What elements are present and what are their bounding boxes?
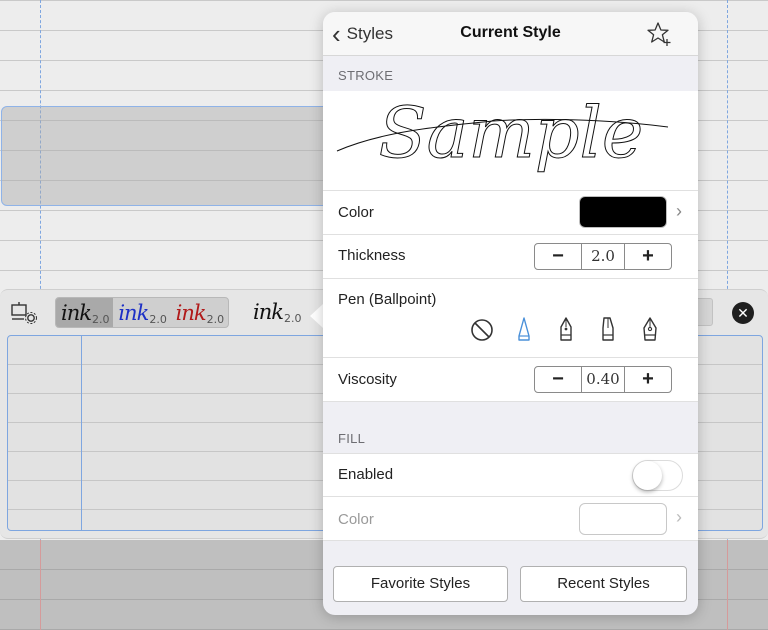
ballpoint-pen-icon[interactable]: [511, 316, 537, 344]
viscosity-row: Viscosity − 0.40 +: [323, 358, 698, 402]
thickness-stepper: − 2.0 +: [534, 243, 672, 270]
preset-word: ink: [175, 301, 207, 325]
fountain-pen-icon[interactable]: [553, 316, 579, 344]
preset-size: 2.0: [206, 313, 225, 326]
close-icon[interactable]: ✕: [732, 302, 754, 324]
viscosity-value: 0.40: [581, 367, 625, 392]
fill-color-label: Color: [338, 511, 374, 528]
toggle-knob: [633, 461, 662, 490]
fill-section-header: FILL: [338, 431, 366, 446]
ink-preset-red[interactable]: ink 2.0: [171, 298, 228, 327]
viscosity-label: Viscosity: [338, 371, 397, 388]
fill-color-row: Color ›: [323, 497, 698, 541]
fill-color-swatch: [579, 503, 667, 535]
add-favorite-star-icon[interactable]: [646, 21, 672, 47]
stroke-color-label: Color: [338, 204, 374, 221]
viscosity-increase-button[interactable]: +: [625, 367, 671, 392]
fill-enabled-toggle[interactable]: [632, 460, 683, 491]
preset-size: 2.0: [284, 312, 302, 325]
thickness-decrease-button[interactable]: −: [535, 244, 581, 269]
thickness-increase-button[interactable]: +: [625, 244, 671, 269]
thickness-row: Thickness − 2.0 +: [323, 235, 698, 279]
current-style-popover: ‹ Styles Current Style STROKE Sample Col…: [323, 12, 698, 615]
chevron-right-icon: ›: [676, 507, 682, 527]
dimmed-margin-line: [40, 540, 41, 630]
stroke-section-header: STROKE: [338, 68, 394, 83]
viscosity-stepper: − 0.40 +: [534, 366, 672, 393]
recent-styles-button[interactable]: Recent Styles: [520, 566, 687, 602]
preset-word: ink: [118, 301, 149, 325]
popover-nav-bar: ‹ Styles Current Style: [323, 12, 698, 56]
fill-enabled-row: Enabled: [323, 453, 698, 497]
pen-type-label: Pen (Ballpoint): [338, 291, 437, 308]
pen-type-selector: [469, 316, 669, 344]
sample-text: Sample: [379, 92, 644, 174]
ink-preset-group: ink 2.0 ink 2.0 ink 2.0: [55, 297, 229, 328]
ink-preset-blue[interactable]: ink 2.0: [113, 298, 170, 327]
ink-preset-black[interactable]: ink 2.0: [56, 298, 114, 327]
ink-area-margin-line: [81, 336, 82, 530]
calligraphy-pen-icon[interactable]: [595, 316, 621, 344]
popover-arrow: [310, 304, 323, 328]
selected-region[interactable]: [1, 106, 341, 206]
stroke-color-swatch[interactable]: [579, 196, 667, 228]
nib-pen-icon[interactable]: [637, 316, 663, 344]
preset-word: ink: [61, 301, 92, 325]
ink-current-preset[interactable]: ink 2.0: [248, 297, 312, 327]
viscosity-decrease-button[interactable]: −: [535, 367, 581, 392]
dimmed-margin-line: [727, 540, 728, 630]
thickness-label: Thickness: [338, 247, 406, 264]
stroke-sample-preview: Sample: [323, 91, 698, 191]
thickness-value: 2.0: [581, 244, 625, 269]
pen-settings-icon[interactable]: [10, 302, 38, 324]
none-icon[interactable]: [469, 316, 495, 344]
preset-word: ink: [253, 300, 284, 324]
fill-enabled-label: Enabled: [338, 466, 394, 483]
preset-size: 2.0: [149, 313, 167, 326]
popover-title: Current Style: [460, 24, 561, 41]
favorite-styles-button[interactable]: Favorite Styles: [333, 566, 508, 602]
stroke-color-row[interactable]: Color ›: [323, 191, 698, 235]
preset-size: 2.0: [92, 313, 110, 326]
chevron-right-icon: ›: [676, 201, 682, 221]
